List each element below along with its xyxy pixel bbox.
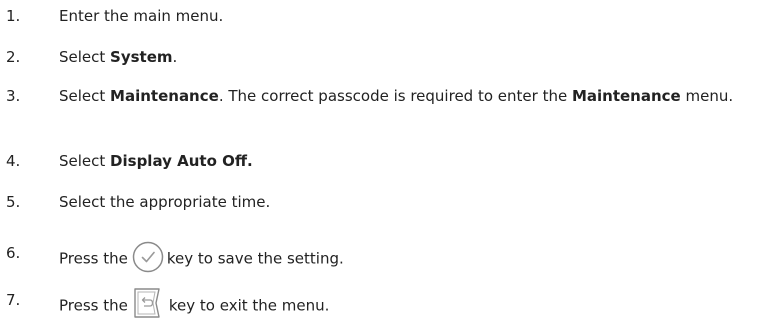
step-text: Enter the main menu.	[59, 7, 224, 25]
step-text: Select Display Auto Off.	[59, 152, 253, 170]
step-number: 5.	[6, 193, 21, 211]
step-text: Press the key to exit the menu.	[59, 287, 774, 322]
confirm-check-key-icon	[132, 241, 164, 273]
menu-item-maintenance: Maintenance	[571, 87, 681, 105]
step-number: 4.	[6, 152, 21, 170]
menu-item-maintenance: Maintenance	[110, 87, 219, 105]
step-text: Select System.	[59, 48, 178, 66]
back-return-key-icon	[132, 287, 166, 319]
menu-item-system: System	[110, 48, 173, 66]
step-text: Press the key to save the setting.	[59, 241, 774, 275]
step-number: 1.	[6, 7, 21, 25]
step-number: 2.	[6, 48, 21, 66]
step-number: 7.	[6, 291, 21, 309]
step-number: 6.	[6, 244, 21, 262]
step-text: Select Maintenance. The correct passcode…	[59, 87, 734, 105]
step-number: 3.	[6, 87, 21, 105]
instruction-steps: 1. Enter the main menu. 2. Select System…	[0, 0, 778, 319]
step-text: Select the appropriate time.	[59, 193, 271, 211]
menu-item-display-auto-off: Display Auto Off.	[110, 152, 253, 170]
